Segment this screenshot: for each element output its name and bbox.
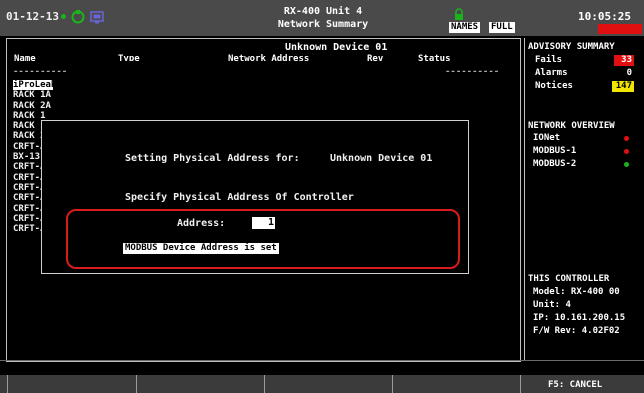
address-label: Address:	[177, 218, 226, 229]
controller-model: Model: RX-400 00	[533, 287, 620, 297]
f2-key[interactable]	[137, 376, 263, 392]
network-icon	[71, 9, 85, 28]
column-header-status[interactable]: Status	[418, 54, 451, 61]
date-display: 01-12-13	[6, 10, 59, 23]
window-title: RX-400 Unit 4	[283, 6, 363, 17]
header-separator: ----------	[445, 67, 500, 77]
f1-key[interactable]	[8, 376, 135, 392]
status-dot-icon	[624, 136, 629, 141]
dialog-device-name: Unknown Device 01	[330, 153, 433, 164]
names-button[interactable]: NAMES	[449, 22, 481, 33]
notices-label[interactable]: Notices	[535, 81, 573, 91]
f3-key[interactable]	[265, 376, 391, 392]
status-message: MODBUS Device Address is set	[123, 243, 279, 254]
divider	[520, 375, 521, 393]
fails-count-badge[interactable]: 33	[614, 55, 634, 66]
setting-address-label: Setting Physical Address for:	[125, 153, 300, 164]
list-item[interactable]: RACK 2A	[13, 101, 53, 111]
network-item-modbus-2[interactable]: MODBUS-2	[533, 159, 576, 169]
specify-address-label: Specify Physical Address Of Controller	[125, 192, 354, 203]
this-controller-title: THIS CONTROLLER	[528, 274, 610, 284]
controller-firmware: F/W Rev: 4.02F02	[533, 326, 620, 336]
divider	[0, 360, 644, 361]
status-dot-icon	[624, 149, 629, 154]
list-item[interactable]: iProLeakDe	[13, 80, 53, 91]
column-header-name[interactable]: Name	[14, 54, 36, 64]
column-header-type[interactable]: Type	[118, 54, 140, 61]
page-title: Network Summary	[277, 19, 369, 30]
column-header-address[interactable]: Network Address	[228, 54, 309, 61]
full-button[interactable]: FULL	[489, 22, 515, 33]
advisory-summary-title: ADVISORY SUMMARY	[528, 42, 615, 52]
controller-unit: Unit: 4	[533, 300, 571, 310]
controller-ip: IP: 10.161.200.15	[533, 313, 626, 323]
f5-cancel-button[interactable]: F5: CANCEL	[548, 380, 602, 390]
device-header: Unknown Device 01	[285, 42, 388, 53]
list-item[interactable]: RACK 1A	[13, 90, 53, 100]
time-display: 10:05:25	[578, 10, 631, 23]
f4-key[interactable]	[393, 376, 519, 392]
column-header-rev[interactable]: Rev	[367, 54, 383, 61]
header-separator: ----------	[13, 67, 68, 77]
network-item-modbus-1[interactable]: MODBUS-1	[533, 146, 576, 156]
status-dot-icon	[61, 14, 66, 19]
network-overview-title: NETWORK OVERVIEW	[528, 121, 615, 131]
status-dot-icon	[624, 162, 629, 167]
notices-count-badge[interactable]: 147	[612, 81, 634, 92]
alarm-indicator[interactable]	[598, 24, 642, 34]
fails-label[interactable]: Fails	[535, 55, 562, 65]
network-item-ionet[interactable]: IONet	[533, 133, 560, 143]
alarms-count-badge[interactable]: 0	[614, 68, 634, 79]
alarms-label[interactable]: Alarms	[535, 68, 568, 78]
address-input[interactable]: 1	[252, 217, 275, 229]
monitor-icon	[90, 9, 104, 28]
